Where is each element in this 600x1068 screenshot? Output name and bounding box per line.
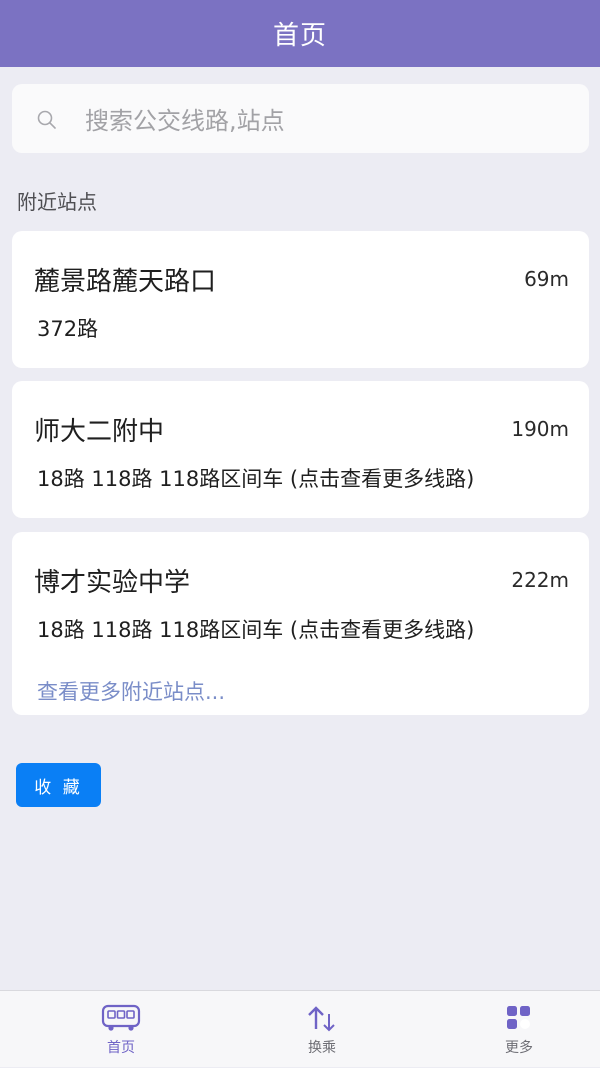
stop-name: 师大二附中 (34, 417, 165, 447)
search-icon (37, 110, 56, 129)
nearby-stop-card[interactable]: 博才实验中学 222m 18路 118路 118路区间车 (点击查看更多线路) … (12, 532, 589, 715)
favorites-button[interactable]: 收 藏 (16, 763, 101, 807)
tab-label: 换乘 (308, 1040, 336, 1056)
nearby-stop-card[interactable]: 师大二附中 190m 18路 118路 118路区间车 (点击查看更多线路) (12, 381, 589, 518)
bus-icon (101, 1004, 141, 1031)
bottom-tab-bar: 首页 换乘 更多 (0, 990, 600, 1067)
search-input[interactable]: 搜索公交线路,站点 (85, 84, 285, 153)
nearby-section-label: 附近站点 (17, 190, 97, 214)
tab-transfer[interactable]: 换乘 (222, 991, 422, 1068)
stop-distance: 190m (511, 417, 569, 441)
stop-distance: 222m (511, 568, 569, 592)
app-header: 首页 (0, 0, 600, 67)
search-bar[interactable]: 搜索公交线路,站点 (12, 84, 589, 153)
stop-routes: 372路 (37, 317, 99, 341)
page-title: 首页 (272, 21, 327, 51)
stop-name: 麓景路麓天路口 (34, 267, 217, 297)
more-grid-icon (507, 1006, 530, 1029)
transfer-arrows-icon (308, 1006, 335, 1032)
stop-distance: 69m (524, 267, 569, 291)
tab-home[interactable]: 首页 (21, 991, 221, 1068)
nearby-stop-card[interactable]: 麓景路麓天路口 69m 372路 (12, 231, 589, 368)
stop-routes[interactable]: 18路 118路 118路区间车 (点击查看更多线路) (37, 614, 474, 644)
tab-more[interactable]: 更多 (419, 991, 600, 1068)
tab-label: 更多 (505, 1040, 533, 1056)
tab-label: 首页 (107, 1040, 135, 1056)
more-nearby-stops-link[interactable]: 查看更多附近站点... (37, 676, 225, 706)
stop-routes[interactable]: 18路 118路 118路区间车 (点击查看更多线路) (37, 463, 474, 493)
stop-name: 博才实验中学 (34, 568, 191, 598)
